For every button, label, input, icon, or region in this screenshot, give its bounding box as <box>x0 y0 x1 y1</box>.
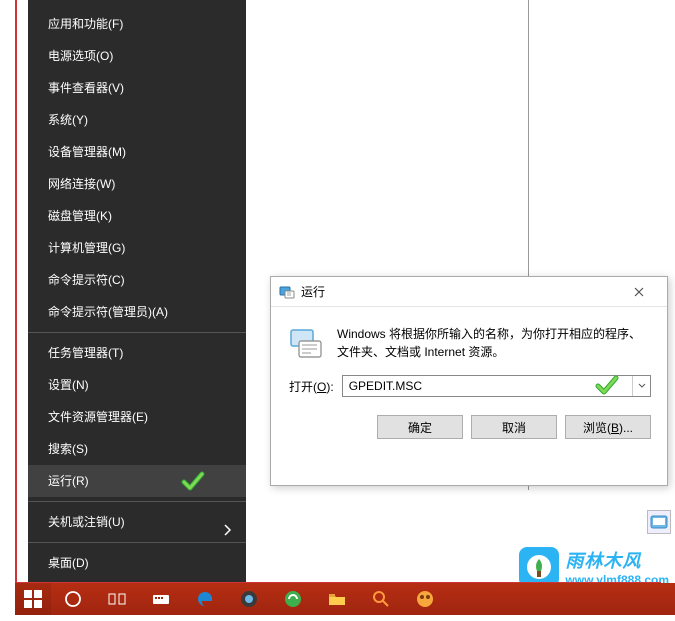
browse-button[interactable]: 浏览(B)... <box>565 415 651 439</box>
menu-cmd[interactable]: 命令提示符(C) <box>28 264 246 296</box>
windows-logo-icon <box>23 589 43 609</box>
chevron-down-icon[interactable] <box>632 376 650 396</box>
menu-cmd-admin[interactable]: 命令提示符(管理员)(A) <box>28 296 246 328</box>
menu-label: 设备管理器(M) <box>48 145 126 159</box>
close-button[interactable] <box>619 278 659 306</box>
menu-label: 关机或注销(U) <box>48 515 125 529</box>
open-input[interactable] <box>343 376 632 396</box>
watermark-logo-icon <box>519 547 559 587</box>
taskbar-search[interactable] <box>359 583 403 615</box>
winx-context-menu: 应用和功能(F) 电源选项(O) 事件查看器(V) 系统(Y) 设备管理器(M)… <box>28 0 246 582</box>
keyboard-icon <box>151 589 171 609</box>
menu-event-viewer[interactable]: 事件查看器(V) <box>28 72 246 104</box>
folder-icon <box>327 589 347 609</box>
menu-label: 搜索(S) <box>48 442 88 456</box>
dialog-titlebar[interactable]: 运行 <box>271 277 667 307</box>
menu-label: 任务管理器(T) <box>48 346 123 360</box>
run-dialog: 运行 Windows 将根据你所输入的名称，为你打开相应的程序、文件夹、文档或 … <box>270 276 668 486</box>
menu-system[interactable]: 系统(Y) <box>28 104 246 136</box>
browser-icon <box>239 589 259 609</box>
search-icon <box>371 589 391 609</box>
dialog-body: Windows 将根据你所输入的名称，为你打开相应的程序、文件夹、文档或 Int… <box>271 307 667 375</box>
menu-label: 系统(Y) <box>48 113 88 127</box>
taskbar-app-1[interactable] <box>139 583 183 615</box>
taskbar <box>15 583 675 615</box>
menu-label: 运行(R) <box>48 474 89 488</box>
cancel-button[interactable]: 取消 <box>471 415 557 439</box>
taskbar-edge[interactable] <box>183 583 227 615</box>
menu-separator <box>28 332 246 333</box>
watermark-text: 雨林木风 www.ylmf888.com <box>565 547 669 587</box>
menu-label: 文件资源管理器(E) <box>48 410 148 424</box>
menu-label: 磁盘管理(K) <box>48 209 112 223</box>
open-label: 打开(O): <box>289 378 334 395</box>
ok-button[interactable]: 确定 <box>377 415 463 439</box>
watermark: 雨林木风 www.ylmf888.com <box>519 547 669 587</box>
menu-disk-management[interactable]: 磁盘管理(K) <box>28 200 246 232</box>
menu-label: 计算机管理(G) <box>48 241 125 255</box>
green-circle-icon <box>283 589 303 609</box>
close-icon <box>634 287 644 297</box>
check-icon <box>592 373 622 397</box>
taskbar-explorer[interactable] <box>315 583 359 615</box>
button-label: 取消 <box>502 419 526 436</box>
check-icon <box>178 469 208 493</box>
taskbar-360[interactable] <box>271 583 315 615</box>
taskview-icon <box>107 589 127 609</box>
chevron-right-icon <box>224 516 232 548</box>
dialog-description: Windows 将根据你所输入的名称，为你打开相应的程序、文件夹、文档或 Int… <box>337 325 651 361</box>
menu-device-manager[interactable]: 设备管理器(M) <box>28 136 246 168</box>
run-titlebar-icon <box>279 284 295 300</box>
menu-computer-management[interactable]: 计算机管理(G) <box>28 232 246 264</box>
menu-network-connections[interactable]: 网络连接(W) <box>28 168 246 200</box>
menu-shutdown-signout[interactable]: 关机或注销(U) <box>28 506 246 538</box>
menu-label: 应用和功能(F) <box>48 17 123 31</box>
button-label: 确定 <box>408 419 432 436</box>
menu-run[interactable]: 运行(R) <box>28 465 246 497</box>
menu-settings[interactable]: 设置(N) <box>28 369 246 401</box>
watermark-title: 雨林木风 <box>565 547 669 573</box>
menu-label: 命令提示符(管理员)(A) <box>48 305 168 319</box>
side-tool-icon[interactable] <box>647 510 671 534</box>
open-combobox[interactable] <box>342 375 651 397</box>
taskbar-taskview[interactable] <box>95 583 139 615</box>
menu-label: 命令提示符(C) <box>48 273 125 287</box>
menu-file-explorer[interactable]: 文件资源管理器(E) <box>28 401 246 433</box>
menu-label: 网络连接(W) <box>48 177 115 191</box>
dialog-buttons: 确定 取消 浏览(B)... <box>271 397 667 439</box>
menu-task-manager[interactable]: 任务管理器(T) <box>28 337 246 369</box>
menu-label: 桌面(D) <box>48 556 89 570</box>
menu-separator <box>28 542 246 543</box>
menu-search[interactable]: 搜索(S) <box>28 433 246 465</box>
border-left <box>15 0 17 582</box>
menu-label: 事件查看器(V) <box>48 81 124 95</box>
menu-label: 设置(N) <box>48 378 89 392</box>
circle-icon <box>63 589 83 609</box>
run-dialog-icon <box>289 325 323 359</box>
menu-apps-features[interactable]: 应用和功能(F) <box>28 8 246 40</box>
start-button[interactable] <box>15 583 51 615</box>
taskbar-cortana[interactable] <box>51 583 95 615</box>
menu-separator <box>28 501 246 502</box>
dialog-title: 运行 <box>301 283 619 300</box>
menu-desktop[interactable]: 桌面(D) <box>28 547 246 579</box>
menu-power-options[interactable]: 电源选项(O) <box>28 40 246 72</box>
dialog-input-row: 打开(O): <box>271 375 667 397</box>
menu-label: 电源选项(O) <box>48 49 113 63</box>
edge-icon <box>195 589 215 609</box>
taskbar-browser[interactable] <box>227 583 271 615</box>
orange-circle-icon <box>415 589 435 609</box>
button-label: 浏览(B)... <box>583 419 633 436</box>
taskbar-app-2[interactable] <box>403 583 447 615</box>
